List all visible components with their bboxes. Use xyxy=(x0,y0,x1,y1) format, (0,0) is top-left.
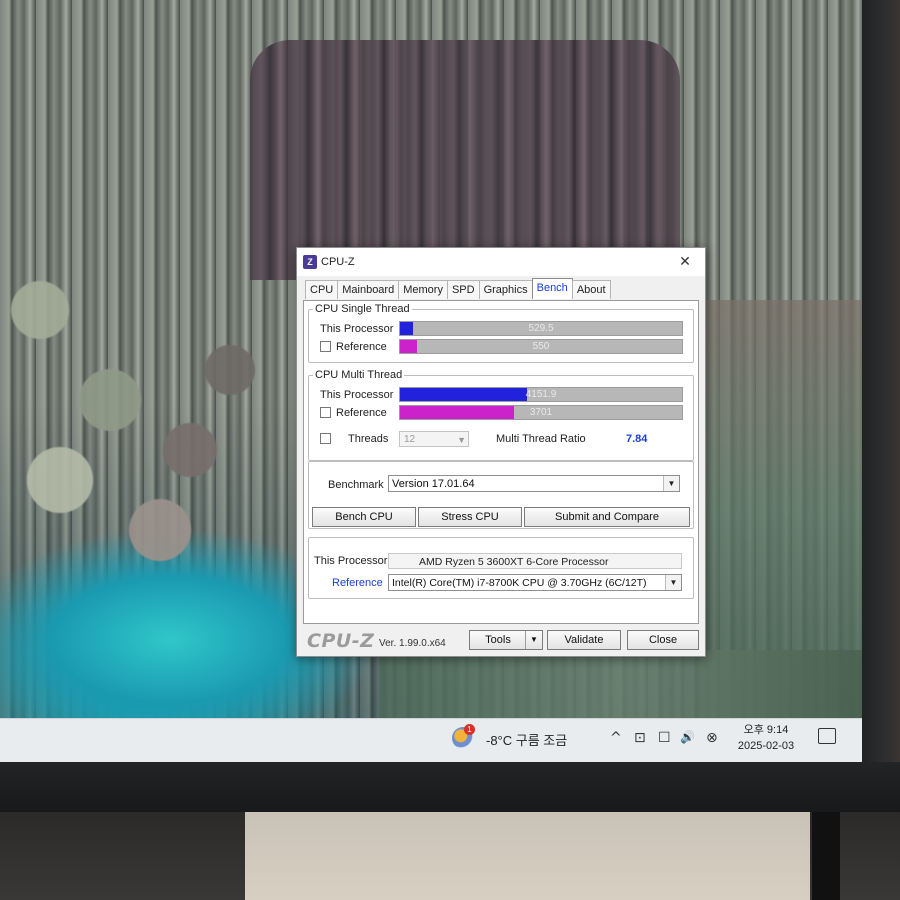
threads-label: Threads xyxy=(348,433,389,445)
background-wall xyxy=(245,812,810,900)
tab-bench[interactable]: Bench xyxy=(531,278,573,299)
benchmark-label: Benchmark xyxy=(328,479,384,491)
multi-reference-label: Reference xyxy=(336,407,387,419)
multi-ref-bar: 3701 xyxy=(399,405,683,420)
monitor-bezel-bottom xyxy=(0,762,900,812)
stress-cpu-button[interactable]: Stress CPU xyxy=(418,507,522,527)
bench-cpu-button[interactable]: Bench CPU xyxy=(312,507,416,527)
clock-time: 오후 9:14 xyxy=(743,724,789,736)
version-label: Ver. 1.99.0.x64 xyxy=(379,638,446,649)
single-this-value: 529.5 xyxy=(528,323,554,334)
chevron-up-icon[interactable]: ^ xyxy=(610,730,622,746)
multi-this-label: This Processor xyxy=(320,389,394,401)
tools-label: Tools xyxy=(485,634,511,646)
tools-button[interactable]: Tools ▼ xyxy=(469,630,543,650)
single-this-bar: 529.5 xyxy=(399,321,683,336)
multi-reference-checkbox[interactable] xyxy=(320,407,331,418)
reference-processor-value: Intel(R) Core(TM) i7-8700K CPU @ 3.70GHz… xyxy=(392,577,647,589)
this-processor-label: This Processor xyxy=(314,555,388,567)
multi-thread-ratio-value: 7.84 xyxy=(626,433,648,445)
bench-tab-pane: CPU Single Thread This Processor 529.5 R… xyxy=(303,300,699,624)
monitor-stand xyxy=(812,812,840,900)
wallpaper-cave xyxy=(250,40,680,280)
close-button[interactable]: Close xyxy=(627,630,699,650)
chevron-down-icon: ▼ xyxy=(665,575,681,590)
chevron-down-icon: ▼ xyxy=(663,476,679,491)
tab-strip: CPU Mainboard Memory SPD Graphics Bench … xyxy=(305,278,611,300)
volume-icon[interactable]: 🔊 xyxy=(680,730,695,744)
benchmark-version-value: Version 17.01.64 xyxy=(392,478,475,490)
benchmark-version-select[interactable]: Version 17.01.64 ▼ xyxy=(388,475,680,492)
clock-date: 2025-02-03 xyxy=(737,740,795,752)
chevron-down-icon: ▼ xyxy=(457,435,466,445)
cpuz-window: Z CPU-Z ✕ CPU Mainboard Memory SPD Graph… xyxy=(296,247,706,657)
display-icon[interactable]: ⊡ xyxy=(634,730,646,746)
validate-button[interactable]: Validate xyxy=(547,630,621,650)
notification-icon[interactable] xyxy=(818,728,836,744)
tab-spd[interactable]: SPD xyxy=(446,280,480,299)
single-ref-bar: 550 xyxy=(399,339,683,354)
multi-this-value: 4151.9 xyxy=(525,389,557,400)
multi-ref-value: 3701 xyxy=(529,407,553,418)
submit-compare-button[interactable]: Submit and Compare xyxy=(524,507,690,527)
tab-cpu[interactable]: CPU xyxy=(305,280,339,299)
single-this-label: This Processor xyxy=(320,323,394,335)
threads-spinner[interactable]: 12 ▼ xyxy=(399,431,469,447)
single-reference-label: Reference xyxy=(336,341,387,353)
wallpaper-rocks xyxy=(0,250,300,570)
cpuz-logo: CPU-Z xyxy=(307,630,375,652)
tab-about[interactable]: About xyxy=(571,280,611,299)
wallpaper-rock-shelf-bottom xyxy=(380,650,862,720)
window-title: CPU-Z xyxy=(321,256,355,268)
multi-thread-ratio-label: Multi Thread Ratio xyxy=(496,433,586,445)
weather-text[interactable]: -8°C 구름 조금 xyxy=(486,730,567,749)
window-close-icon[interactable]: ✕ xyxy=(673,251,697,271)
single-thread-legend: CPU Single Thread xyxy=(315,303,410,315)
tab-mainboard[interactable]: Mainboard xyxy=(337,280,400,299)
threads-value: 12 xyxy=(404,434,416,445)
disabled-icon[interactable]: ⊗ xyxy=(706,730,718,746)
chevron-down-icon[interactable]: ▼ xyxy=(525,631,542,649)
reference-processor-label: Reference xyxy=(332,577,383,589)
single-ref-value: 550 xyxy=(532,341,550,352)
multi-thread-legend: CPU Multi Thread xyxy=(315,369,403,381)
cpuz-app-icon: Z xyxy=(303,255,317,269)
title-bar[interactable]: Z CPU-Z ✕ xyxy=(297,248,705,276)
threads-checkbox[interactable] xyxy=(320,433,331,444)
reference-processor-select[interactable]: Intel(R) Core(TM) i7-8700K CPU @ 3.70GHz… xyxy=(388,574,682,591)
multi-this-bar: 4151.9 xyxy=(399,387,683,402)
taskbar-clock[interactable]: 오후 9:14 2025-02-03 xyxy=(728,722,804,754)
weather-badge: 1 xyxy=(464,724,475,735)
tab-memory[interactable]: Memory xyxy=(398,280,448,299)
single-reference-checkbox[interactable] xyxy=(320,341,331,352)
tab-graphics[interactable]: Graphics xyxy=(478,280,533,299)
network-icon[interactable]: ☐ xyxy=(658,730,671,746)
this-processor-field: AMD Ryzen 5 3600XT 6-Core Processor xyxy=(388,553,682,569)
